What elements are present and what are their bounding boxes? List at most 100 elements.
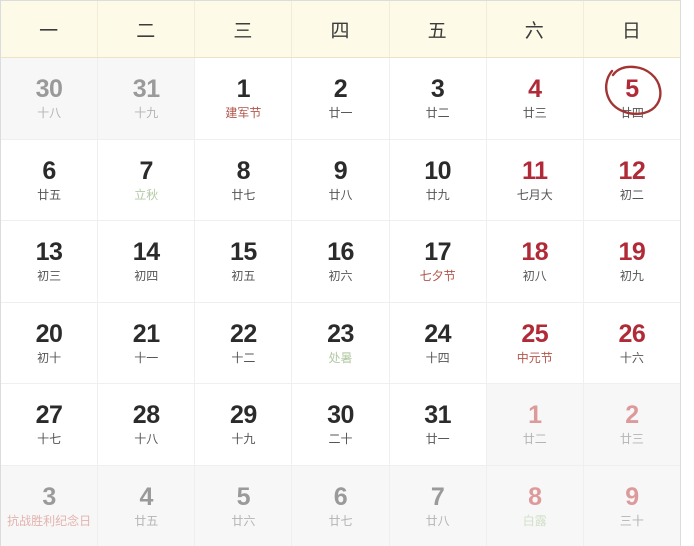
day-number: 5 [625, 75, 639, 104]
weekday-header-4: 五 [390, 1, 487, 57]
day-lunar-label: 二十 [328, 432, 353, 447]
day-cell[interactable]: 26 十六 [583, 302, 680, 383]
day-lunar-label: 十八 [134, 432, 159, 447]
day-cell[interactable]: 6 廿七 [292, 465, 390, 546]
day-cell[interactable]: 1 建军节 [195, 58, 293, 139]
day-cell[interactable]: 29 十九 [195, 384, 293, 465]
day-number: 19 [618, 238, 646, 267]
day-cell[interactable]: 3 抗战胜利纪念日 [1, 465, 99, 546]
day-cell[interactable]: 3 廿二 [389, 58, 487, 139]
day-lunar-label: 廿七 [231, 187, 256, 202]
day-cell[interactable]: 19 初九 [583, 221, 680, 302]
day-cell[interactable]: 13 初三 [1, 221, 99, 302]
day-cell[interactable]: 24 十四 [389, 302, 487, 383]
day-cell[interactable]: 18 初八 [486, 221, 584, 302]
day-lunar-label: 廿一 [328, 106, 353, 121]
day-cell[interactable]: 31 廿一 [389, 384, 487, 465]
day-lunar-label: 十二 [231, 350, 256, 365]
day-lunar-label: 初五 [231, 269, 256, 284]
day-number: 23 [327, 319, 354, 348]
day-cell[interactable]: 14 初四 [98, 221, 196, 302]
day-number: 20 [35, 319, 63, 348]
day-number: 29 [229, 401, 257, 430]
day-cell[interactable]: 6 廿五 [1, 139, 99, 220]
day-cell[interactable]: 17 七夕节 [389, 221, 487, 302]
day-lunar-label: 廿一 [425, 432, 450, 447]
day-cell[interactable]: 4 廿五 [98, 465, 196, 546]
day-cell[interactable]: 7 立秋 [98, 139, 196, 220]
day-lunar-label: 廿五 [134, 513, 159, 528]
day-number: 27 [35, 401, 63, 430]
day-cell[interactable]: 30 十八 [1, 58, 99, 139]
day-lunar-label: 十六 [619, 350, 644, 365]
day-cell[interactable]: 5 廿六 [195, 465, 293, 546]
calendar-weeks: 30 十八 31 十九 1 建军节 2 廿一 3 廿二 4 廿三 5 廿四 6 廿五 7 立秋 8 廿七 9 廿八 10 廿九… [1, 58, 680, 546]
day-number: 3 [430, 75, 445, 104]
day-lunar-label: 三十 [619, 513, 644, 528]
weekday-header-1: 二 [98, 1, 196, 57]
week-row: 6 廿五 7 立秋 8 廿七 9 廿八 10 廿九 11 七月大 12 初二 [1, 139, 680, 221]
day-cell[interactable]: 8 白露 [486, 465, 584, 546]
day-cell[interactable]: 27 十七 [1, 384, 99, 465]
day-number: 4 [139, 482, 154, 511]
day-festival-label: 中元节 [516, 350, 553, 365]
day-lunar-label: 初四 [134, 269, 159, 284]
day-solar-term-label: 立秋 [134, 187, 159, 202]
week-row: 20 初十 21 十一 22 十二 23 处暑 24 十四 25 中元节 26 十六 [1, 302, 680, 384]
day-number: 7 [430, 482, 445, 511]
day-cell[interactable]: 11 七月大 [486, 139, 584, 220]
day-number: 18 [521, 238, 549, 267]
day-number: 13 [35, 238, 63, 267]
week-row: 30 十八 31 十九 1 建军节 2 廿一 3 廿二 4 廿三 5 廿四 [1, 58, 680, 140]
day-lunar-label: 十四 [425, 350, 450, 365]
weekday-header-row: 一二三四五六 日 [1, 1, 680, 58]
day-cell[interactable]: 10 廿九 [389, 139, 487, 220]
day-number: 31 [132, 75, 160, 104]
day-cell[interactable]: 7 廿八 [389, 465, 487, 546]
day-cell[interactable]: 25 中元节 [486, 302, 584, 383]
day-cell[interactable]: 2 廿一 [292, 58, 390, 139]
day-lunar-label: 廿二 [522, 432, 547, 447]
day-cell[interactable]: 4 廿三 [486, 58, 584, 139]
day-cell[interactable]: 21 十一 [98, 302, 196, 383]
day-cell[interactable]: 12 初二 [583, 139, 680, 220]
day-number: 17 [424, 238, 452, 267]
day-number: 30 [327, 401, 354, 430]
week-row: 3 抗战胜利纪念日 4 廿五 5 廿六 6 廿七 7 廿八 8 白露 9 三十 [1, 465, 680, 546]
day-cell[interactable]: 8 廿七 [195, 139, 293, 220]
day-number: 14 [132, 238, 160, 267]
day-lunar-label: 廿五 [37, 187, 62, 202]
day-cell[interactable]: 16 初六 [292, 221, 390, 302]
day-cell[interactable]: 28 十八 [98, 384, 196, 465]
day-cell[interactable]: 15 初五 [195, 221, 293, 302]
day-lunar-label: 廿七 [328, 513, 353, 528]
day-cell[interactable]: 23 处暑 [292, 302, 390, 383]
day-number: 26 [618, 319, 646, 348]
day-cell[interactable]: 9 廿八 [292, 139, 390, 220]
day-cell[interactable]: 20 初十 [1, 302, 99, 383]
day-cell[interactable]: 5 廿四 [583, 58, 680, 139]
day-number: 21 [132, 319, 160, 348]
day-number: 16 [327, 238, 354, 267]
day-lunar-label: 初二 [619, 187, 644, 202]
day-cell[interactable]: 9 三十 [583, 465, 680, 546]
day-number: 1 [236, 75, 251, 104]
day-number: 2 [333, 75, 348, 104]
day-lunar-label: 初八 [522, 269, 547, 284]
day-number: 9 [625, 482, 639, 511]
day-festival-label: 建军节 [225, 106, 262, 121]
day-number: 6 [333, 482, 348, 511]
day-cell[interactable]: 30 二十 [292, 384, 390, 465]
day-cell[interactable]: 31 十九 [98, 58, 196, 139]
day-cell[interactable]: 1 廿二 [486, 384, 584, 465]
day-number: 8 [236, 156, 251, 185]
day-lunar-label: 十九 [231, 432, 256, 447]
day-cell[interactable]: 2 廿三 [583, 384, 680, 465]
day-cell[interactable]: 22 十二 [195, 302, 293, 383]
day-number: 28 [132, 401, 160, 430]
day-number: 15 [229, 238, 257, 267]
day-number: 11 [522, 156, 548, 185]
weekday-header-2: 三 [195, 1, 293, 57]
day-number: 9 [333, 156, 348, 185]
day-number: 8 [528, 482, 542, 511]
